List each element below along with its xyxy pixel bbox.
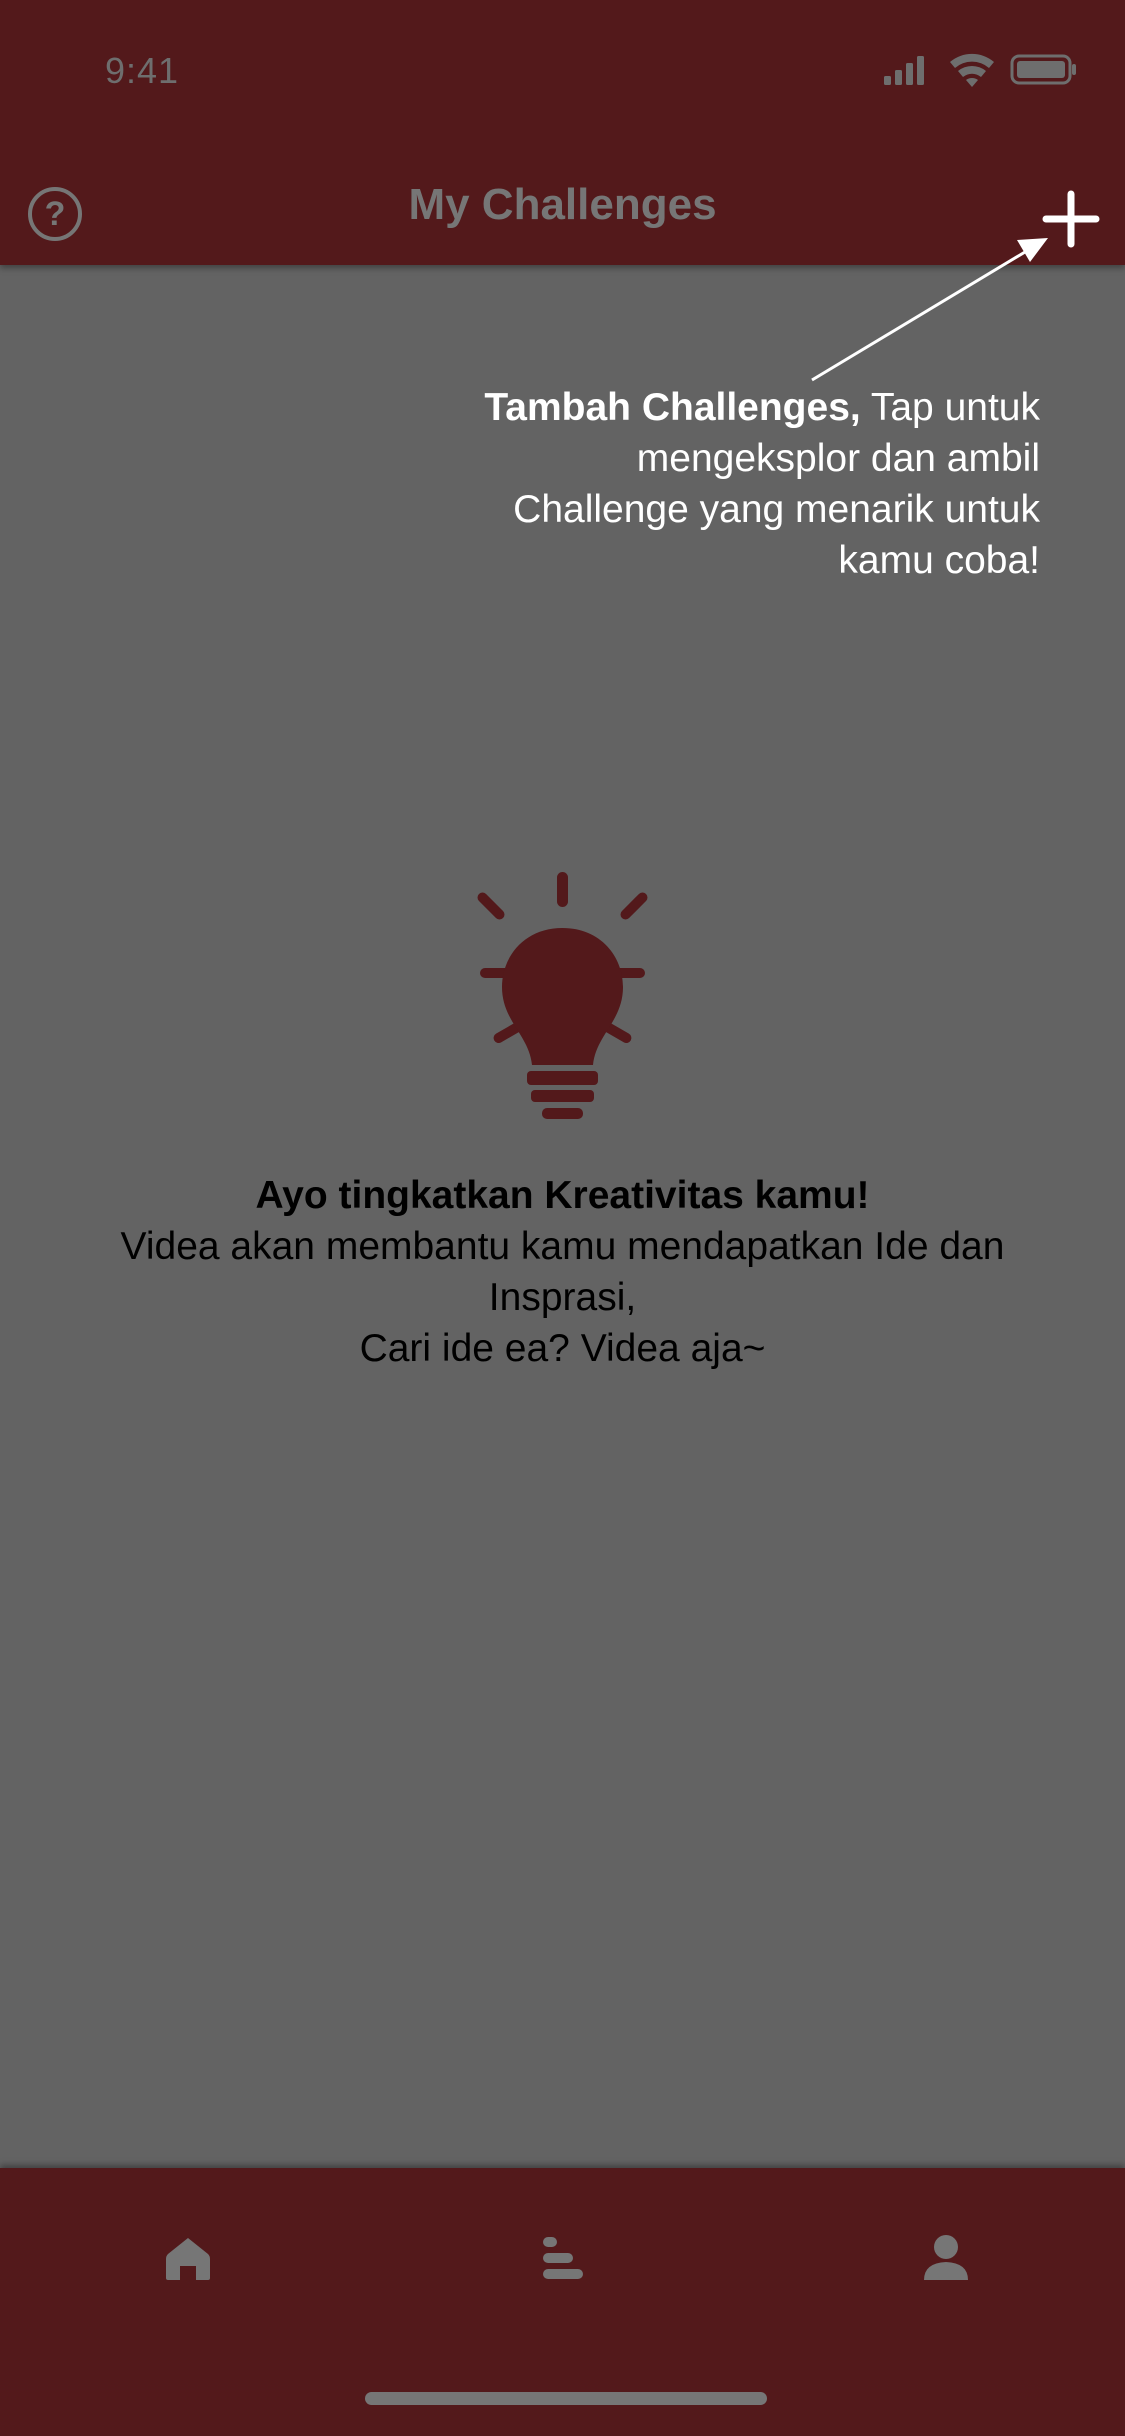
coach-mark-tooltip: Tambah Challenges, Tap untuk mengeksplor…	[480, 382, 1040, 586]
lightbulb-icon	[477, 872, 648, 1119]
empty-state-title: Ayo tingkatkan Kreativitas kamu!	[255, 1174, 870, 1217]
tab-leaderboard[interactable]	[522, 2218, 602, 2298]
status-icons	[884, 53, 1076, 87]
home-icon	[166, 2238, 210, 2280]
battery-icon	[1010, 54, 1076, 85]
plus-icon	[1042, 190, 1100, 248]
leaderboard-icon	[543, 2237, 583, 2279]
status-time: 9:41	[105, 50, 180, 91]
tooltip-title: Tambah Challenges,	[484, 386, 861, 429]
empty-state-line-1: Videa akan membantu kamu mendapatkan Ide…	[120, 1225, 1005, 1319]
empty-state-line-2: Cari ide ea? Videa aja~	[359, 1327, 766, 1370]
empty-state-message: Ayo tingkatkan Kreativitas kamu! Videa a…	[60, 1170, 1065, 1374]
wifi-icon	[950, 53, 994, 87]
page-title: My Challenges	[408, 180, 717, 229]
tab-profile[interactable]	[906, 2218, 986, 2298]
tab-home[interactable]	[148, 2218, 228, 2298]
profile-icon	[924, 2235, 968, 2280]
add-challenge-button[interactable]	[1042, 190, 1100, 248]
home-indicator	[365, 2392, 767, 2405]
signal-icon	[884, 56, 924, 85]
